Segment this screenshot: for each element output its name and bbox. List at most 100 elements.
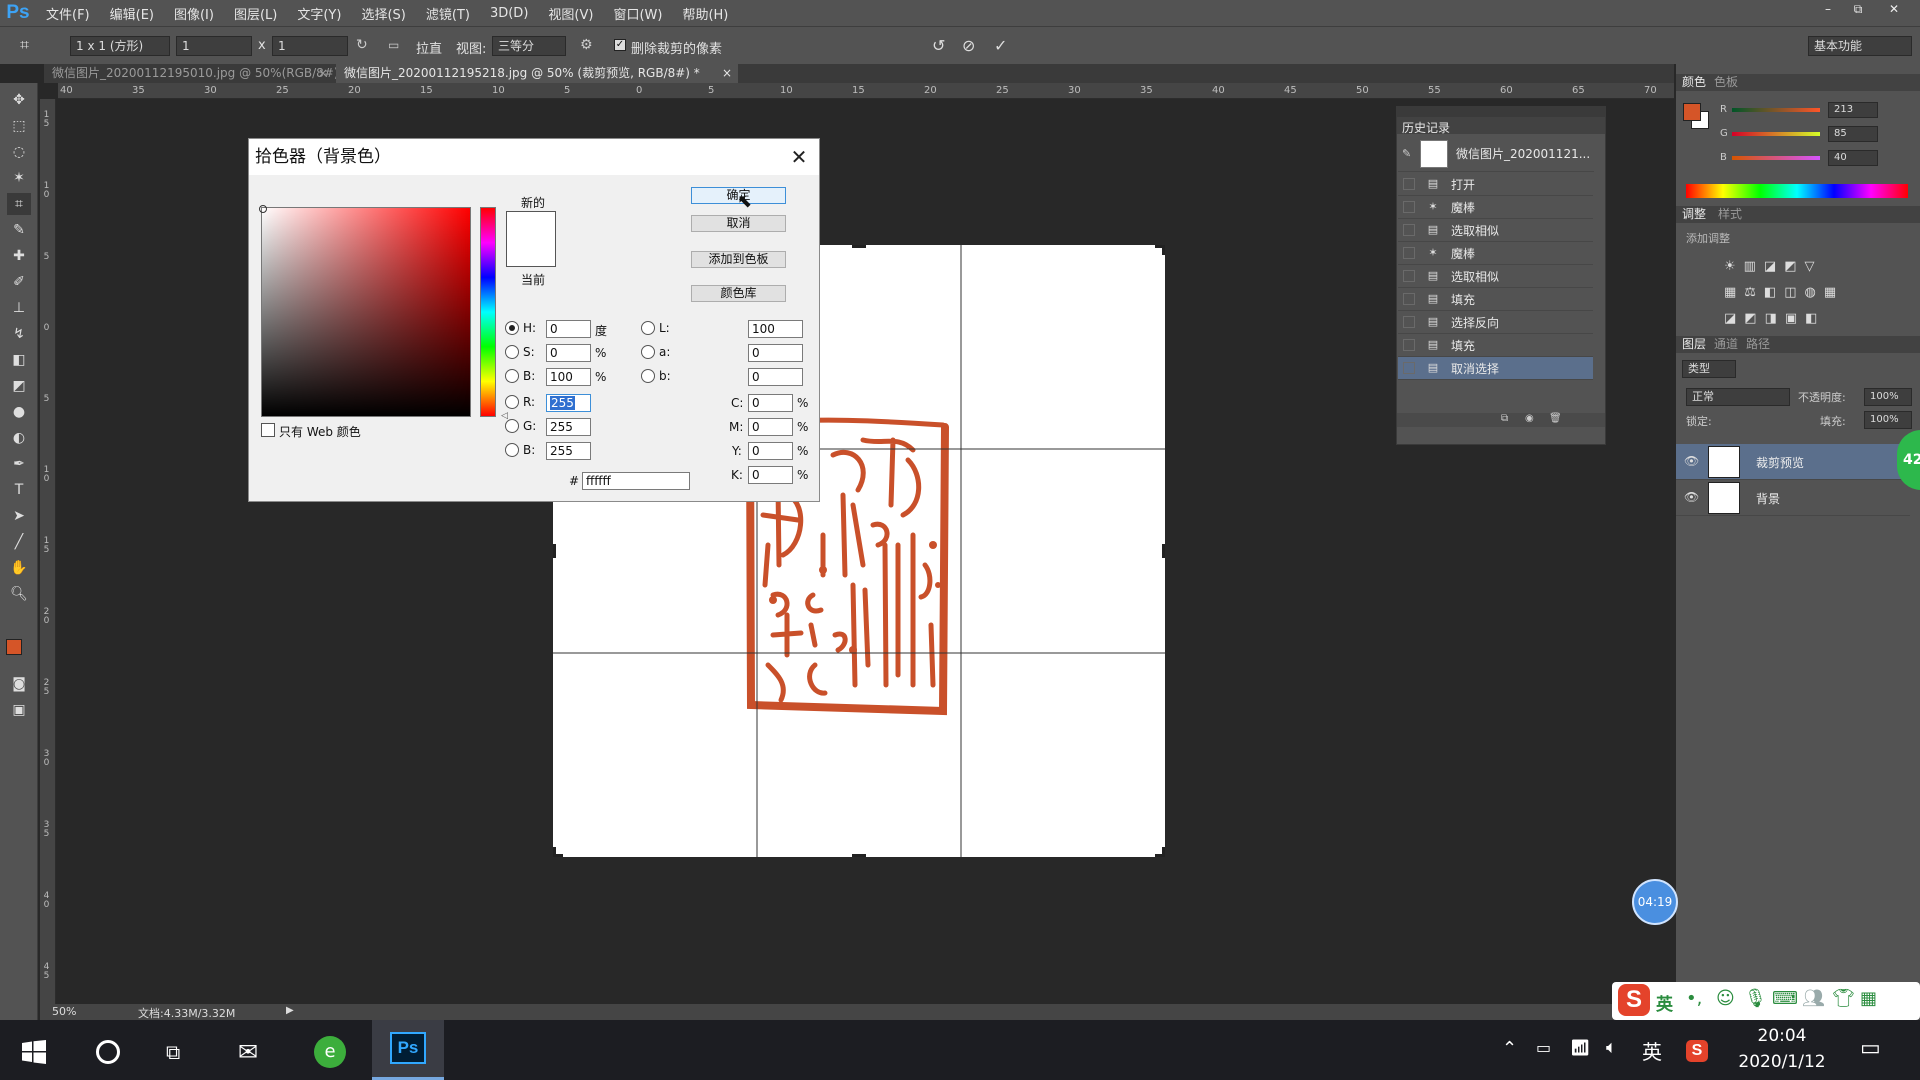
- clock-time[interactable]: 20:04: [1736, 1026, 1828, 1046]
- blue-input[interactable]: 255: [546, 442, 591, 460]
- delete-state-icon[interactable]: 🗑︎: [1549, 413, 1562, 424]
- workspace-select[interactable]: 基本功能: [1808, 36, 1912, 56]
- layer-row-background[interactable]: 👁︎ 背景: [1676, 480, 1910, 516]
- magenta-input[interactable]: 0: [748, 418, 793, 436]
- new-document-from-state-icon[interactable]: ⧉: [1501, 413, 1508, 424]
- blue-radio[interactable]: [505, 443, 519, 457]
- cancel-button[interactable]: 取消: [691, 215, 786, 232]
- tab-document-2[interactable]: 微信图片_20200112195218.jpg @ 50% (裁剪预览, RGB…: [336, 64, 738, 83]
- cortana-search-icon[interactable]: [96, 1040, 120, 1064]
- mail-app-icon[interactable]: ✉: [238, 1038, 276, 1066]
- timer-badge[interactable]: 04:19: [1632, 879, 1678, 925]
- menu-help[interactable]: 帮助(H): [672, 4, 738, 23]
- tab-channels[interactable]: 通道: [1714, 337, 1738, 352]
- b-value[interactable]: 40: [1828, 150, 1878, 166]
- lab-a-input[interactable]: 0: [748, 344, 803, 362]
- ime-lang-toggle[interactable]: 英: [1656, 990, 1673, 1015]
- eraser-tool-icon[interactable]: ◧: [7, 349, 31, 371]
- tab-layers[interactable]: 图层: [1682, 337, 1706, 352]
- crop-height-input[interactable]: 1: [272, 36, 348, 56]
- r-slider[interactable]: [1732, 108, 1820, 112]
- tab-adjustments[interactable]: 调整: [1682, 207, 1706, 222]
- black-input[interactable]: 0: [748, 466, 793, 484]
- hue-radio[interactable]: [505, 321, 519, 335]
- menu-file[interactable]: 文件(F): [36, 4, 100, 23]
- history-item[interactable]: ▤ 选取相似: [1398, 219, 1593, 242]
- restore-button[interactable]: ⧉: [1846, 0, 1870, 18]
- close-window-button[interactable]: ✕: [1882, 0, 1906, 18]
- history-source-checkbox[interactable]: [1403, 293, 1415, 305]
- path-selection-tool-icon[interactable]: ➤: [7, 505, 31, 527]
- view-overlay-select[interactable]: 三等分: [492, 36, 566, 56]
- keyboard-icon[interactable]: ⌨: [1772, 988, 1798, 1009]
- snapshot-camera-icon[interactable]: ◉: [1525, 413, 1534, 424]
- swap-dimension-x[interactable]: x: [258, 38, 266, 53]
- quick-mask-icon[interactable]: ◙: [7, 673, 31, 695]
- emoji-icon[interactable]: ☺: [1716, 988, 1735, 1009]
- color-spectrum-bar[interactable]: [1686, 184, 1908, 198]
- dodge-tool-icon[interactable]: ◐: [7, 427, 31, 449]
- lab-l-input[interactable]: 100: [748, 320, 803, 338]
- sogou-tray-icon[interactable]: S: [1686, 1040, 1708, 1062]
- dialog-close-icon[interactable]: ✕: [785, 143, 813, 171]
- marquee-tool-icon[interactable]: ⬚: [7, 115, 31, 137]
- layer-filter-select[interactable]: 类型: [1682, 360, 1736, 378]
- photoshop-taskbar-button[interactable]: Ps: [372, 1020, 444, 1080]
- sogou-logo-icon[interactable]: S: [1618, 984, 1650, 1016]
- grid-icon[interactable]: ▦: [1860, 988, 1877, 1009]
- only-web-checkbox[interactable]: [261, 423, 275, 437]
- tab-styles[interactable]: 样式: [1718, 207, 1742, 222]
- tab-document-1[interactable]: 微信图片_20200112195010.jpg @ 50%(RGB/8#) ×: [44, 64, 339, 83]
- zoom-tool-icon[interactable]: 🔍︎: [7, 583, 31, 605]
- fg-color-chip[interactable]: [1683, 103, 1701, 121]
- clock-date[interactable]: 2020/1/12: [1728, 1052, 1836, 1072]
- doc-size[interactable]: 文档:4.33M/3.32M: [138, 1005, 235, 1021]
- minimize-button[interactable]: –: [1816, 0, 1840, 18]
- tab-paths[interactable]: 路径: [1746, 337, 1770, 352]
- red-input[interactable]: 255: [546, 394, 591, 412]
- tray-chevron-icon[interactable]: ⌃: [1502, 1038, 1517, 1059]
- crop-ratio-select[interactable]: 1 x 1 (方形): [70, 36, 170, 56]
- straighten-icon[interactable]: ▭: [388, 38, 406, 52]
- status-menu-arrow-icon[interactable]: ▶: [286, 1005, 294, 1016]
- lab-l-radio[interactable]: [641, 321, 655, 335]
- history-item[interactable]: ✶ 魔棒: [1398, 242, 1593, 265]
- history-item[interactable]: ▤ 选择反向: [1398, 311, 1593, 334]
- history-item[interactable]: ▤ 打开: [1398, 173, 1593, 196]
- hex-input[interactable]: ffffff: [582, 472, 690, 490]
- hand-tool-icon[interactable]: ✋: [7, 557, 31, 579]
- menu-window[interactable]: 窗口(W): [603, 4, 672, 23]
- hue-input[interactable]: 0: [546, 320, 591, 338]
- blend-mode-select[interactable]: 正常: [1686, 388, 1790, 406]
- history-item[interactable]: ▤ 选取相似: [1398, 265, 1593, 288]
- history-item[interactable]: ▤ 填充: [1398, 334, 1593, 357]
- close-tab-icon[interactable]: ×: [722, 64, 732, 83]
- red-radio[interactable]: [505, 395, 519, 409]
- task-view-icon[interactable]: ⧉: [166, 1040, 194, 1064]
- history-snapshot[interactable]: ✎ 微信图片_202001121...: [1398, 136, 1594, 172]
- adjustment-icons[interactable]: ☀▥◪◩▽ ▦⚖◧◫◍▦ ◪◩◨▣◧: [1724, 254, 1874, 334]
- history-source-checkbox[interactable]: [1403, 178, 1415, 190]
- eyedropper-tool-icon[interactable]: ✎: [7, 219, 31, 241]
- cyan-input[interactable]: 0: [748, 394, 793, 412]
- color-field-cursor[interactable]: [259, 205, 267, 213]
- punctuation-icon[interactable]: •,: [1686, 988, 1702, 1009]
- healing-brush-tool-icon[interactable]: ✚: [7, 245, 31, 267]
- b-slider[interactable]: [1732, 156, 1820, 160]
- windows-start-icon[interactable]: [22, 1040, 48, 1064]
- user-icon[interactable]: 👥︎: [1802, 988, 1825, 1009]
- history-source-checkbox[interactable]: [1403, 247, 1415, 259]
- paint-bucket-tool-icon[interactable]: ◩: [7, 375, 31, 397]
- yellow-input[interactable]: 0: [748, 442, 793, 460]
- history-item[interactable]: ✶ 魔棒: [1398, 196, 1593, 219]
- lab-b-radio[interactable]: [641, 369, 655, 383]
- magic-wand-tool-icon[interactable]: ✶: [7, 167, 31, 189]
- line-tool-icon[interactable]: ╱: [7, 531, 31, 553]
- menu-3d[interactable]: 3D(D): [480, 6, 538, 21]
- volume-icon[interactable]: 🔈︎: [1606, 1037, 1617, 1058]
- network-icon[interactable]: 📶︎: [1570, 1038, 1590, 1057]
- browser-app-icon[interactable]: e: [314, 1036, 346, 1068]
- layer-row-crop-preview[interactable]: 👁︎ 裁剪预览: [1676, 444, 1910, 480]
- zoom-level[interactable]: 50%: [52, 1005, 76, 1018]
- screen-mode-icon[interactable]: ▣: [7, 699, 31, 721]
